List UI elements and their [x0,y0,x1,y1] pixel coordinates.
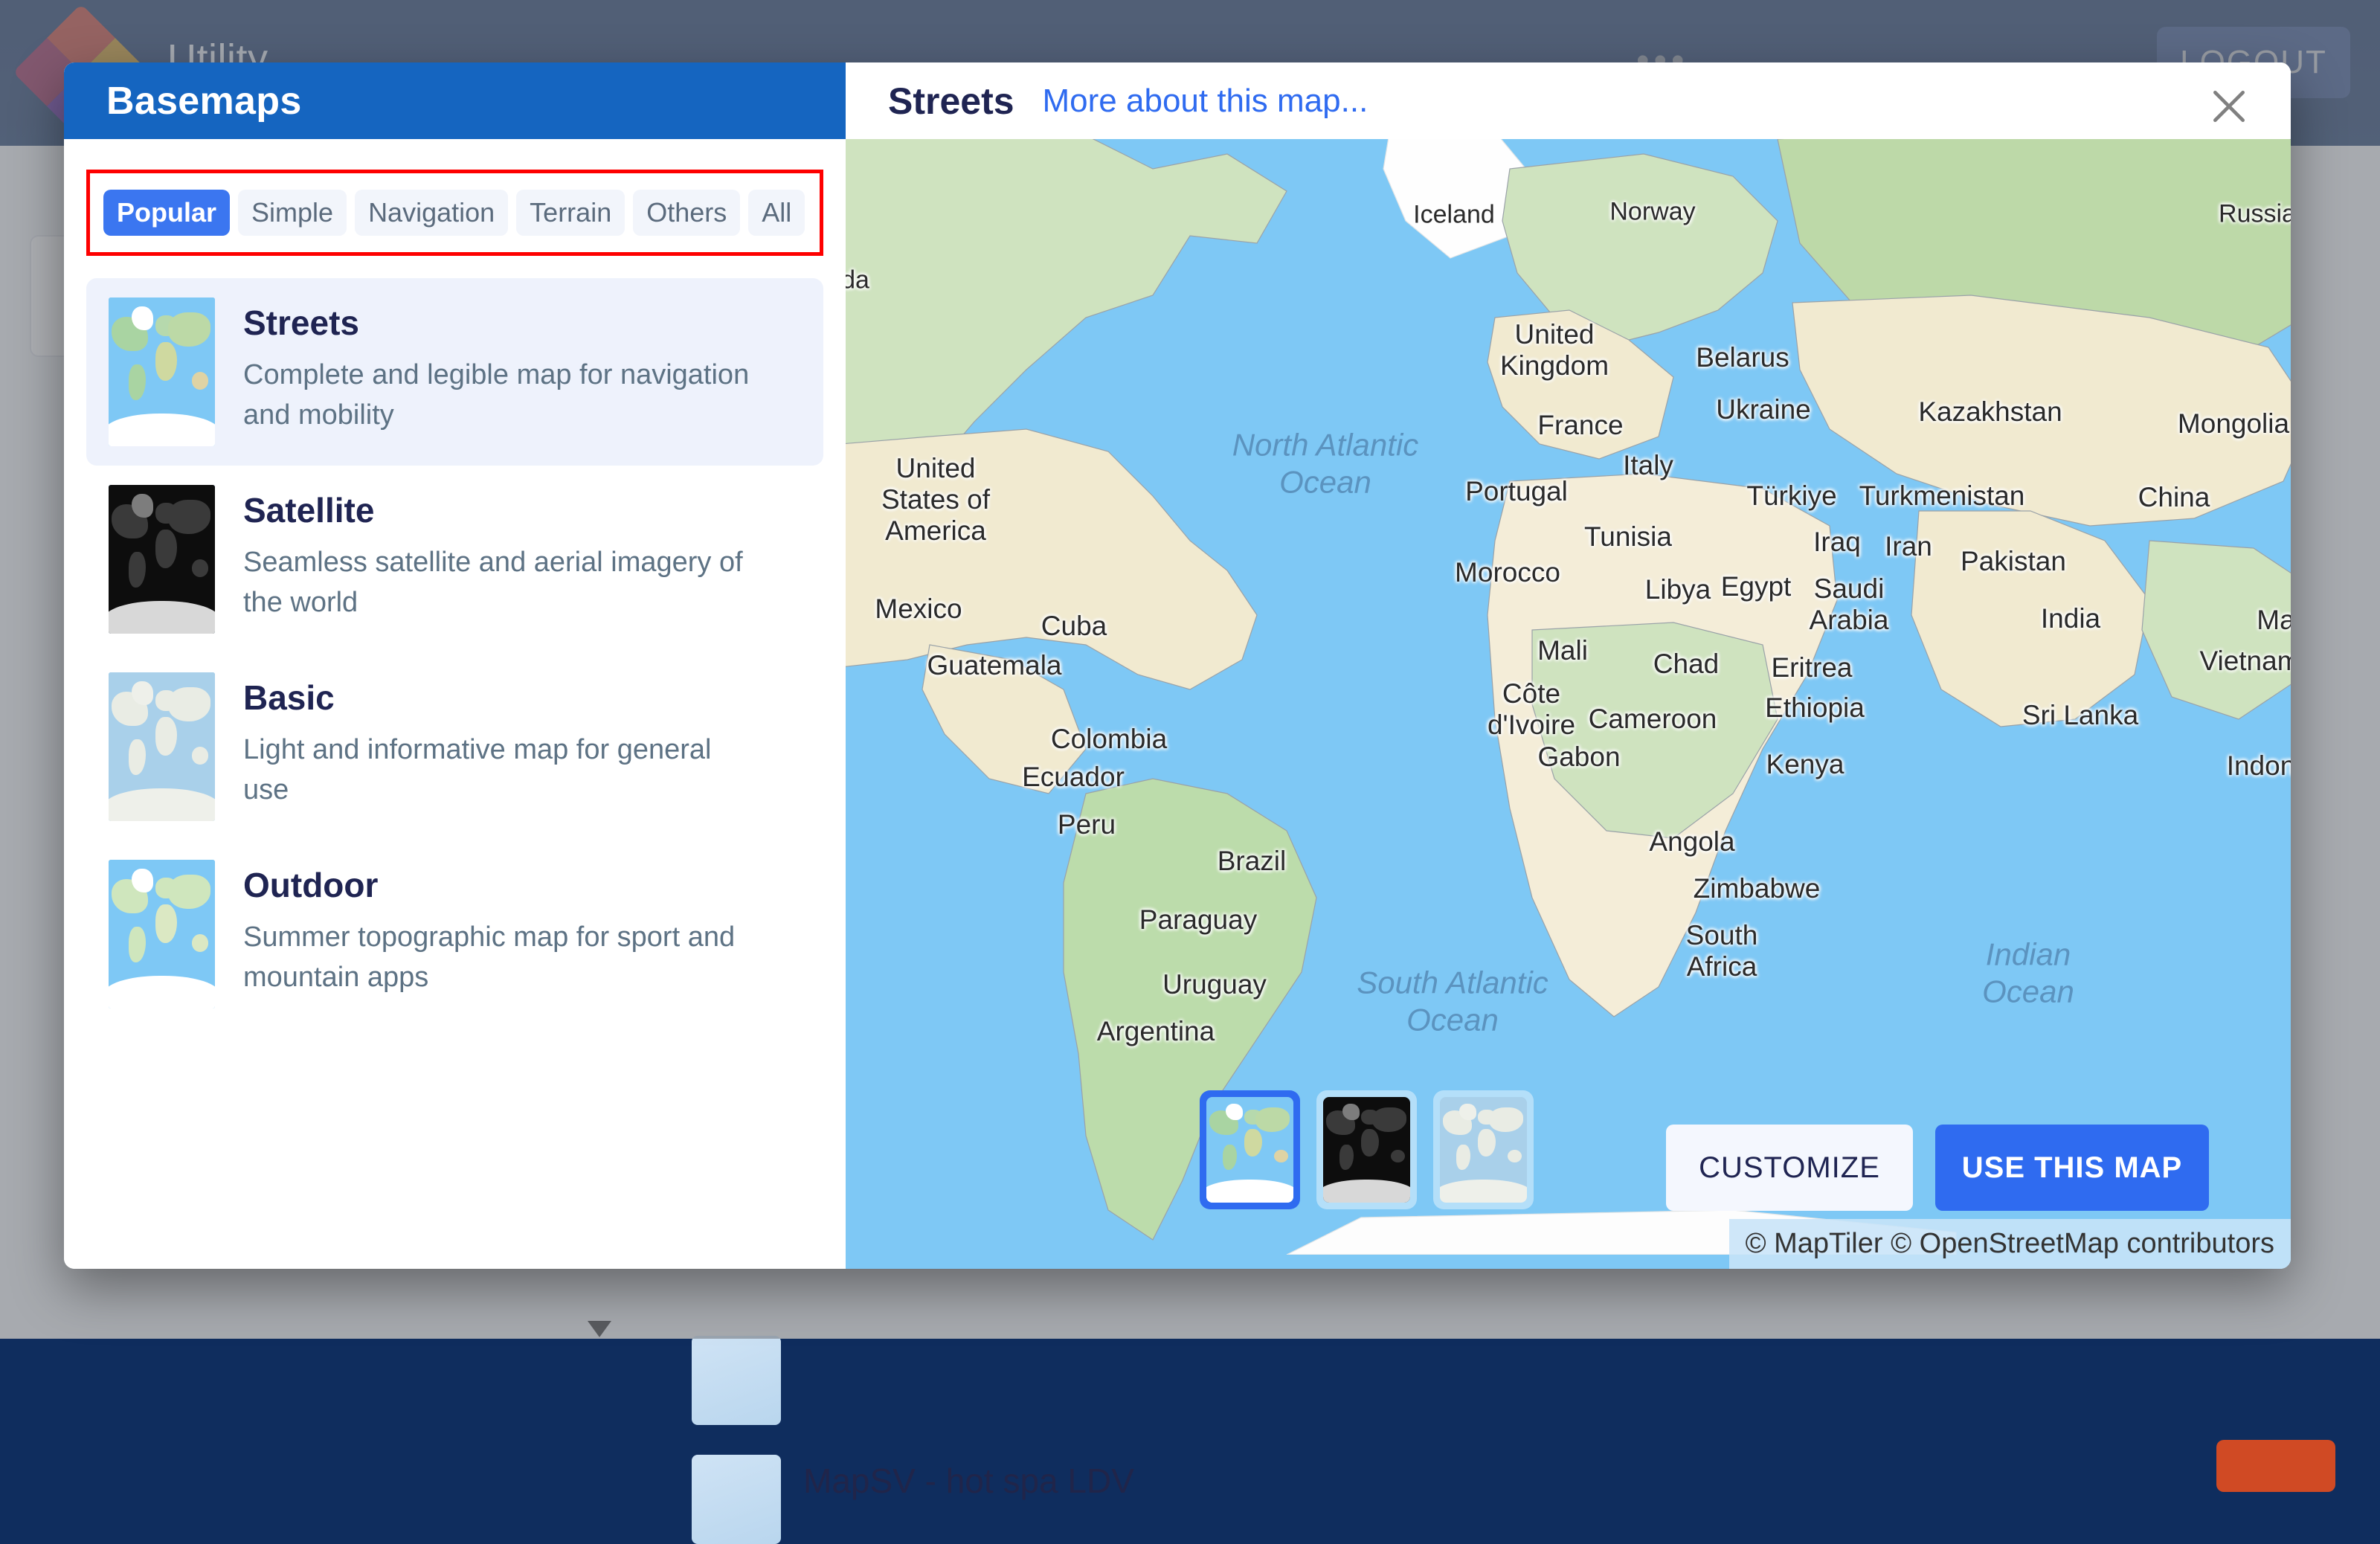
basemap-item-satellite[interactable]: Satellite Seamless satellite and aerial … [86,466,823,653]
basemap-name: Outdoor [243,867,756,903]
map-label-macau: Ma [2257,605,2291,636]
map-label-egypt: Egypt [1721,571,1792,602]
basemap-description: Summer topographic map for sport and mou… [243,918,756,998]
modal-header: Basemaps [64,62,846,139]
close-icon[interactable] [2202,79,2257,134]
basemap-thumbnail-outdoor [109,860,215,1009]
preview-header: Streets More about this map... [846,62,2291,139]
map-label-mongolia: Mongolia [2178,408,2289,440]
map-label-mexico: Mexico [875,594,962,625]
map-label-iraq: Iraq [1813,527,1861,558]
map-label-cote-divoire: Côte d'Ivoire [1488,678,1575,741]
map-label-kenya: Kenya [1766,749,1844,780]
map-label-ukraine: Ukraine [1716,394,1811,425]
map-variant-light[interactable] [1433,1090,1534,1209]
app-row-action-button[interactable] [2216,1440,2335,1492]
map-variant-streets[interactable] [1200,1090,1300,1209]
map-label-canada: da [846,266,869,295]
basemap-list: Streets Complete and legible map for nav… [64,278,846,1269]
tab-simple[interactable]: Simple [238,190,347,236]
tab-popular[interactable]: Popular [103,190,230,236]
map-action-buttons: CUSTOMIZE USE THIS MAP [1666,1125,2209,1211]
map-label-usa: United States of America [881,453,990,547]
map-label-united-kingdom: United Kingdom [1500,319,1609,382]
tab-others[interactable]: Others [633,190,740,236]
map-variant-thumbnails [1200,1090,1534,1209]
basemap-name: Streets [243,305,756,341]
map-label-india: India [2041,603,2100,634]
map-label-morocco: Morocco [1455,557,1560,588]
map-label-cuba: Cuba [1041,611,1107,642]
map-label-paraguay: Paraguay [1139,904,1257,936]
basemap-thumbnail-basic [109,672,215,821]
map-label-north-atlantic-ocean: North Atlantic Ocean [1232,427,1419,502]
map-label-mali: Mali [1537,635,1588,666]
map-attribution: © MapTiler © OpenStreetMap contributors [1729,1219,2291,1269]
map-label-guatemala: Guatemala [927,650,1062,681]
tab-all[interactable]: All [748,190,805,236]
map-label-vietnam: Vietnam [2199,646,2291,677]
map-label-france: France [1537,410,1623,441]
map-label-pakistan: Pakistan [1961,546,2066,577]
basemaps-modal: Basemaps Popular Simple Navigation Terra… [64,62,2291,1269]
customize-button[interactable]: CUSTOMIZE [1666,1125,1913,1211]
app-row-label: MapSV - hot spa LDV [803,1461,1134,1501]
map-label-gabon: Gabon [1537,742,1620,773]
category-tabs: Popular Simple Navigation Terrain Others… [86,170,823,256]
map-label-argentina: Argentina [1097,1016,1215,1047]
map-label-russia: Russia [2219,200,2291,229]
basemaps-left-panel: Basemaps Popular Simple Navigation Terra… [64,62,846,1269]
map-label-south-africa: South Africa [1686,920,1758,982]
modal-title: Basemaps [106,79,302,123]
map-label-saudi-arabia: Saudi Arabia [1810,573,1889,636]
map-label-uruguay: Uruguay [1162,969,1267,1000]
preview-title: Streets [888,80,1014,123]
map-label-portugal: Portugal [1465,476,1568,507]
basemap-description: Seamless satellite and aerial imagery of… [243,543,756,623]
app-row-thumbnail [692,1455,781,1544]
map-label-turkiye: Türkiye [1746,480,1836,512]
map-label-libya: Libya [1645,574,1711,605]
map-preview[interactable]: Iceland Norway Russia da United Kingdom … [846,139,2291,1269]
more-about-map-link[interactable]: More about this map... [1043,83,1368,120]
map-label-ecuador: Ecuador [1022,762,1125,793]
map-label-turkmenistan: Turkmenistan [1859,480,2025,512]
map-label-belarus: Belarus [1696,342,1789,373]
map-label-zimbabwe: Zimbabwe [1694,873,1821,904]
map-label-italy: Italy [1623,450,1673,481]
map-label-chad: Chad [1653,649,1719,680]
map-label-iran: Iran [1885,531,1932,562]
map-label-cameroon: Cameroon [1589,704,1717,735]
map-label-angola: Angola [1649,826,1734,858]
map-label-colombia: Colombia [1051,724,1167,755]
basemap-name: Basic [243,680,756,715]
map-label-sri-lanka: Sri Lanka [2022,700,2138,731]
map-label-south-atlantic-ocean: South Atlantic Ocean [1357,965,1548,1040]
map-label-iceland: Iceland [1413,201,1495,230]
map-label-peru: Peru [1058,809,1116,840]
map-label-eritrea: Eritrea [1772,652,1853,683]
basemap-item-basic[interactable]: Basic Light and informative map for gene… [86,653,823,840]
basemap-description: Light and informative map for general us… [243,730,756,811]
map-label-brazil: Brazil [1218,846,1287,877]
map-label-tunisia: Tunisia [1584,521,1672,553]
basemap-preview-panel: Streets More about this map... [846,62,2291,1269]
map-label-kazakhstan: Kazakhstan [1918,396,2062,428]
basemap-thumbnail-streets [109,297,215,446]
map-variant-dark[interactable] [1316,1090,1417,1209]
tab-terrain[interactable]: Terrain [516,190,625,236]
map-label-indian-ocean: Indian Ocean [1982,936,2074,1011]
basemap-item-outdoor[interactable]: Outdoor Summer topographic map for sport… [86,840,823,1028]
map-label-norway: Norway [1609,198,1695,227]
map-label-indonesia: Indon [2227,750,2291,782]
app-row-thumbnail [692,1336,781,1425]
tab-navigation[interactable]: Navigation [355,190,508,236]
map-label-china: China [2138,482,2210,513]
basemap-name: Satellite [243,492,756,528]
use-this-map-button[interactable]: USE THIS MAP [1935,1125,2209,1211]
basemap-description: Complete and legible map for navigation … [243,356,756,436]
basemap-thumbnail-satellite [109,485,215,634]
map-label-ethiopia: Ethiopia [1765,692,1865,724]
basemap-item-streets[interactable]: Streets Complete and legible map for nav… [86,278,823,466]
